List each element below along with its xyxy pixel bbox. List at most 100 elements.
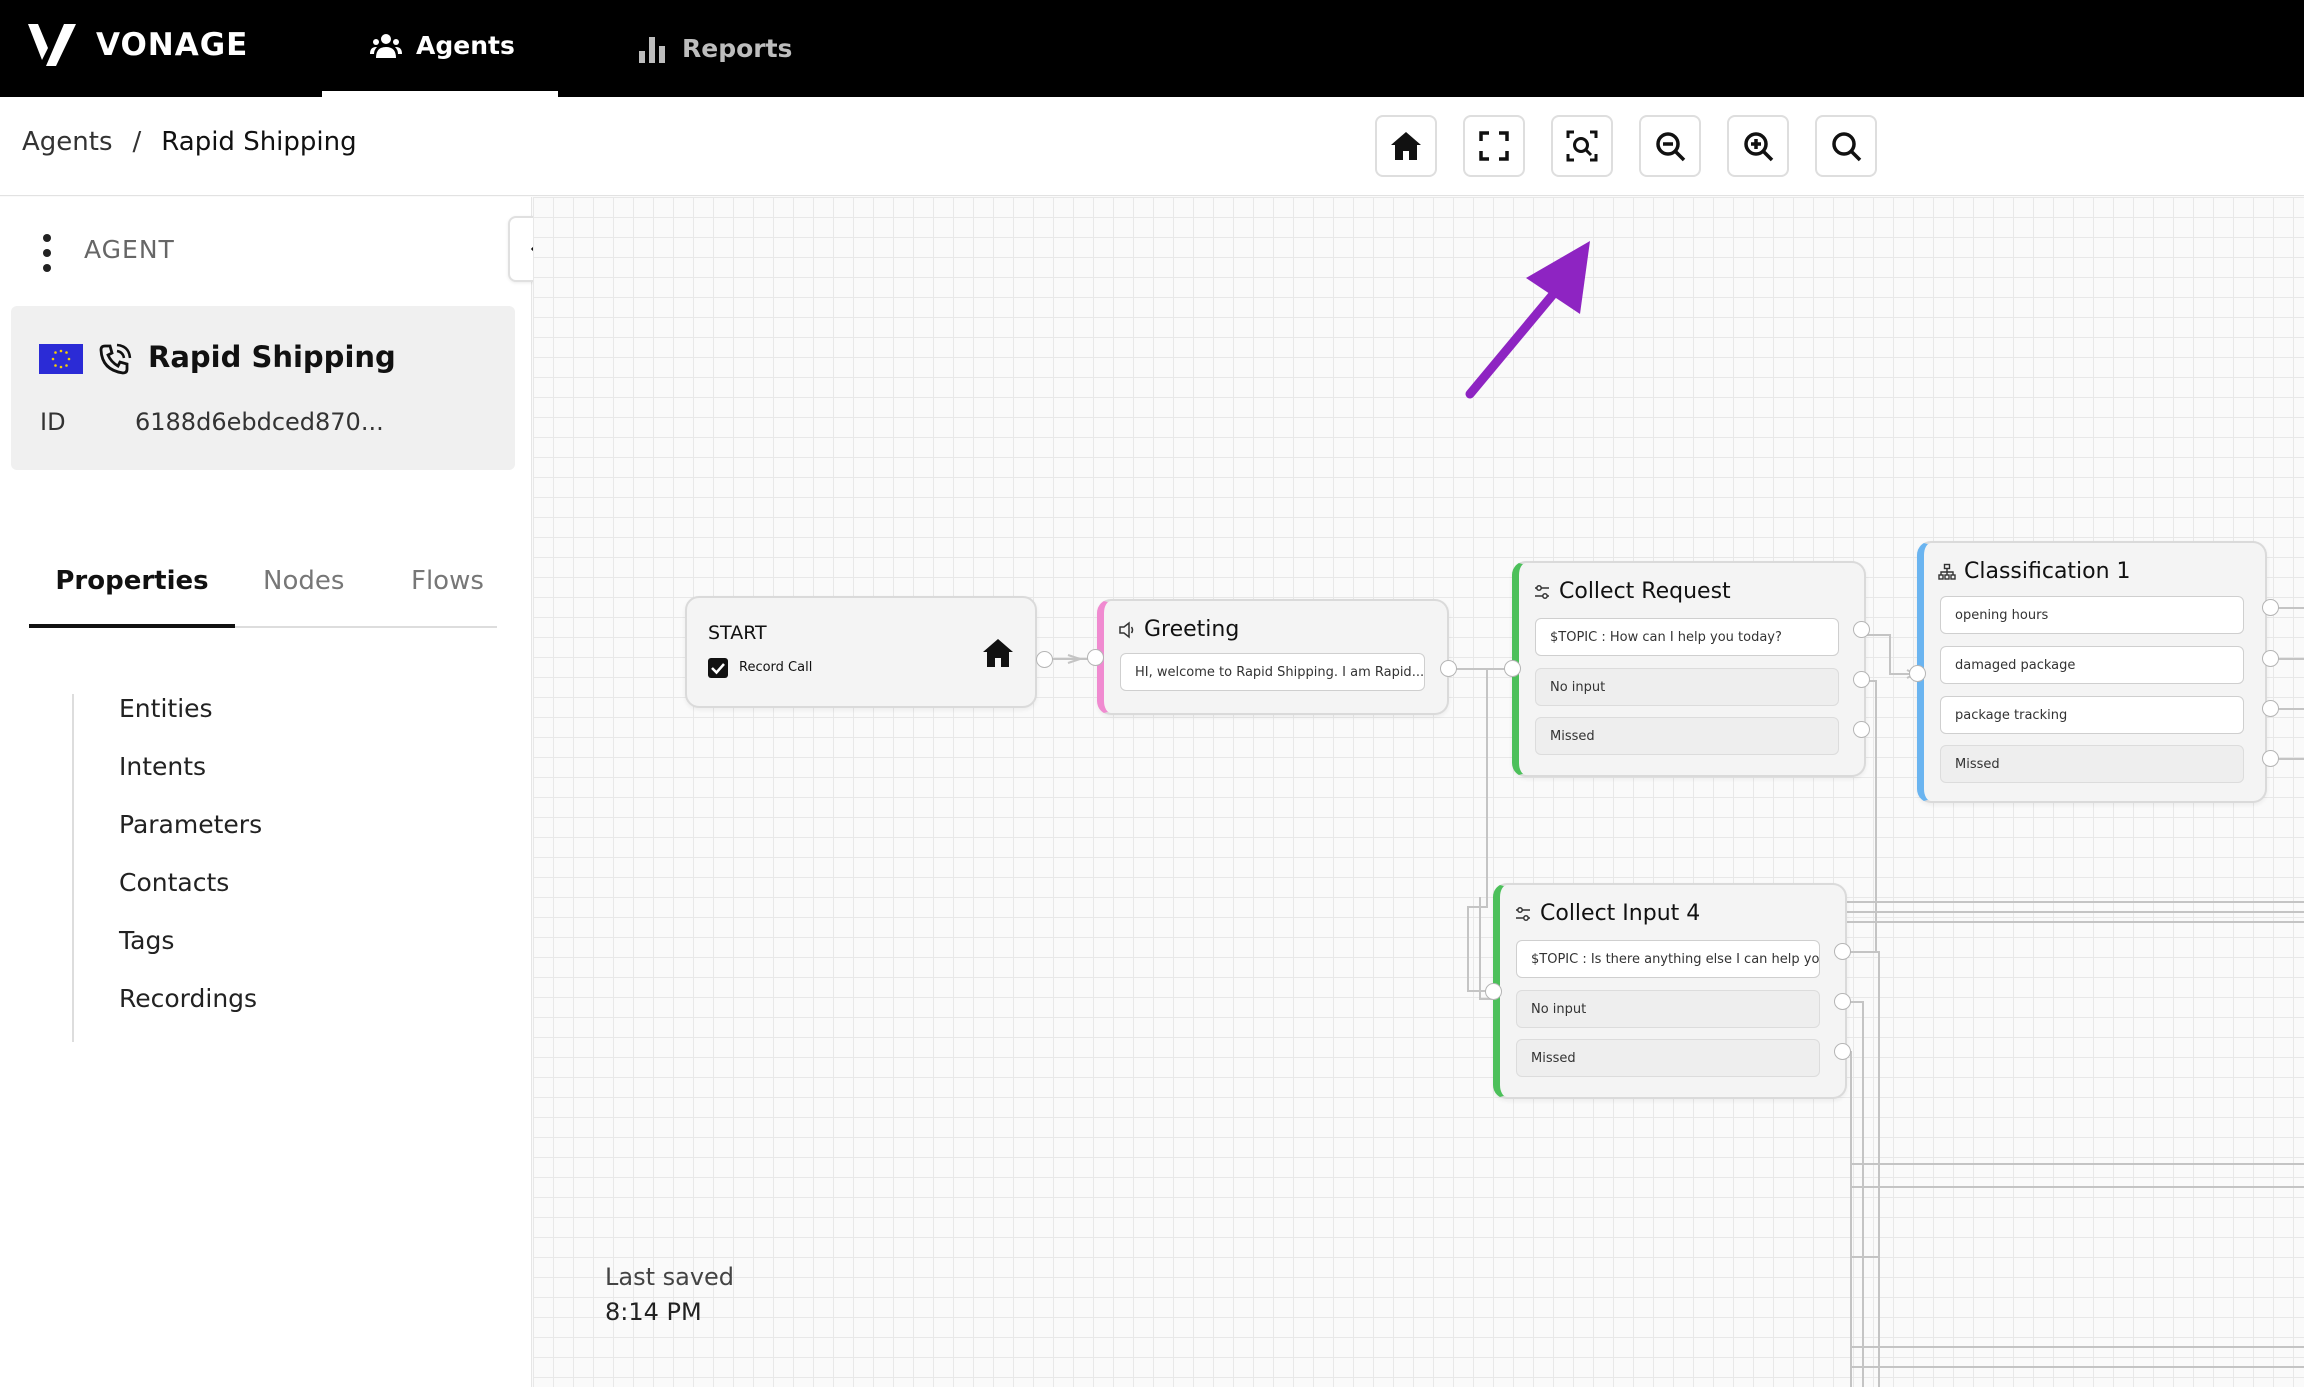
nav-tab-agents-label: Agents — [416, 31, 515, 60]
top-nav-bar: VONAGE Agents Reports — [0, 0, 2304, 97]
classification-node[interactable]: Classification 1 opening hours damaged p… — [1917, 541, 2267, 803]
nav-tab-reports-label: Reports — [682, 34, 793, 63]
sidebar-tabs: Properties Nodes Flows — [29, 562, 497, 628]
greeting-output-port[interactable] — [1440, 660, 1457, 677]
fullscreen-button[interactable] — [1463, 115, 1525, 177]
kebab-menu-icon[interactable] — [40, 233, 54, 273]
canvas-toolbar — [1375, 115, 1877, 177]
classification-option[interactable]: opening hours — [1940, 596, 2244, 634]
phone-call-icon — [99, 343, 132, 375]
zoom-in-icon — [1744, 132, 1774, 162]
classification-missed-field[interactable]: Missed — [1940, 745, 2244, 783]
greeting-node[interactable]: Greeting HI, welcome to Rapid Shipping. … — [1097, 599, 1449, 715]
classification-output-port[interactable] — [2262, 650, 2279, 667]
agent-id-value: 6188d6ebdced870... — [135, 408, 384, 436]
zoom-fit-icon — [1566, 130, 1598, 162]
header-bar: Agents / Rapid Shipping — [0, 97, 2304, 196]
collect-input-title-text: Collect Input 4 — [1540, 901, 1701, 926]
breadcrumb-current: Rapid Shipping — [161, 127, 357, 157]
breadcrumb-agents-link[interactable]: Agents — [22, 127, 113, 157]
collect-request-prompt-field[interactable]: $TOPIC : How can I help you today? — [1535, 618, 1839, 656]
collect-request-node-title: Collect Request — [1533, 579, 1731, 604]
zoom-in-button[interactable] — [1727, 115, 1789, 177]
breadcrumb-separator: / — [132, 127, 142, 157]
collect-request-missed-field[interactable]: Missed — [1535, 717, 1839, 755]
nav-tab-reports[interactable]: Reports — [636, 0, 792, 97]
brand-name: VONAGE — [96, 27, 249, 63]
breadcrumb: Agents / Rapid Shipping — [22, 127, 357, 157]
classification-option[interactable]: damaged package — [1940, 646, 2244, 684]
home-icon — [983, 639, 1013, 667]
vonage-logo-icon — [28, 24, 76, 66]
agent-id-label: ID — [40, 408, 66, 436]
agents-icon — [370, 33, 402, 58]
search-icon — [1832, 132, 1862, 162]
collect-request-title-text: Collect Request — [1559, 579, 1731, 604]
fullscreen-icon — [1479, 131, 1509, 161]
classification-input-port[interactable] — [1909, 665, 1926, 682]
classification-title-text: Classification 1 — [1964, 559, 2131, 584]
home-icon — [1391, 132, 1421, 160]
collect-input-input-port[interactable] — [1485, 983, 1502, 1000]
classification-output-port[interactable] — [2262, 599, 2279, 616]
last-saved-status: Last saved 8:14 PM — [605, 1260, 734, 1330]
flow-canvas[interactable]: START Record Call Greeting HI, welcome t… — [533, 197, 2304, 1387]
start-node[interactable]: START Record Call — [685, 596, 1037, 708]
agent-name: Rapid Shipping — [148, 340, 396, 374]
property-item-tags[interactable]: Tags — [119, 926, 174, 955]
last-saved-time: 8:14 PM — [605, 1298, 702, 1326]
record-call-checkbox[interactable] — [708, 658, 728, 678]
zoom-out-icon — [1656, 132, 1686, 162]
record-call-label: Record Call — [739, 660, 813, 675]
home-button[interactable] — [1375, 115, 1437, 177]
collect-input-node[interactable]: Collect Input 4 $TOPIC : Is there anythi… — [1493, 883, 1847, 1099]
collect-input-prompt-field[interactable]: $TOPIC : Is there anything else I can he… — [1516, 940, 1820, 978]
checkmark-icon — [711, 663, 725, 675]
classification-output-port[interactable] — [2262, 750, 2279, 767]
collect-request-missed-port[interactable] — [1853, 721, 1870, 738]
collect-request-no-input-field[interactable]: No input — [1535, 668, 1839, 706]
collect-request-input-port[interactable] — [1504, 660, 1521, 677]
search-button[interactable] — [1815, 115, 1877, 177]
greeting-title-text: Greeting — [1144, 617, 1240, 642]
greeting-node-title: Greeting — [1118, 617, 1239, 642]
property-item-contacts[interactable]: Contacts — [119, 868, 229, 897]
tab-properties[interactable]: Properties — [29, 562, 235, 628]
collect-input-no-input-port[interactable] — [1834, 993, 1851, 1010]
collect-input-missed-port[interactable] — [1834, 1043, 1851, 1060]
property-item-recordings[interactable]: Recordings — [119, 984, 257, 1013]
agent-card: Rapid Shipping ID 6188d6ebdced870... — [11, 306, 515, 470]
last-saved-label: Last saved — [605, 1263, 735, 1291]
hierarchy-icon — [1938, 563, 1956, 580]
vonage-logo[interactable]: VONAGE — [26, 22, 248, 68]
start-node-title: START — [708, 622, 767, 644]
tab-nodes[interactable]: Nodes — [263, 562, 344, 628]
classification-output-port[interactable] — [2262, 700, 2279, 717]
property-item-intents[interactable]: Intents — [119, 752, 206, 781]
annotation-arrow-icon — [1465, 241, 1590, 399]
greeting-input-port[interactable] — [1087, 649, 1104, 666]
nav-tab-agents[interactable]: Agents — [322, 0, 558, 97]
bar-chart-icon — [639, 36, 665, 63]
collect-request-node[interactable]: Collect Request $TOPIC : How can I help … — [1512, 561, 1866, 777]
greeting-message-field[interactable]: HI, welcome to Rapid Shipping. I am Rapi… — [1120, 653, 1425, 691]
collect-request-output-port[interactable] — [1853, 621, 1870, 638]
classification-option[interactable]: package tracking — [1940, 696, 2244, 734]
property-item-entities[interactable]: Entities — [119, 694, 213, 723]
eu-flag-icon — [39, 344, 83, 374]
collect-request-no-input-port[interactable] — [1853, 671, 1870, 688]
collect-input-node-title: Collect Input 4 — [1514, 901, 1700, 926]
collect-input-missed-field[interactable]: Missed — [1516, 1039, 1820, 1077]
start-output-port[interactable] — [1036, 651, 1053, 668]
agent-sidebar: AGENT Rapid Shipping ID 6188d6ebdced870.… — [0, 197, 532, 1387]
collect-input-no-input-field[interactable]: No input — [1516, 990, 1820, 1028]
zoom-out-button[interactable] — [1639, 115, 1701, 177]
sliders-icon — [1516, 906, 1530, 921]
sidebar-heading: AGENT — [84, 235, 175, 264]
property-item-parameters[interactable]: Parameters — [119, 810, 262, 839]
collect-input-output-port[interactable] — [1834, 943, 1851, 960]
classification-node-title: Classification 1 — [1938, 559, 2131, 584]
zoom-fit-button[interactable] — [1551, 115, 1613, 177]
speaker-icon — [1119, 620, 1134, 639]
tab-flows[interactable]: Flows — [411, 562, 484, 628]
